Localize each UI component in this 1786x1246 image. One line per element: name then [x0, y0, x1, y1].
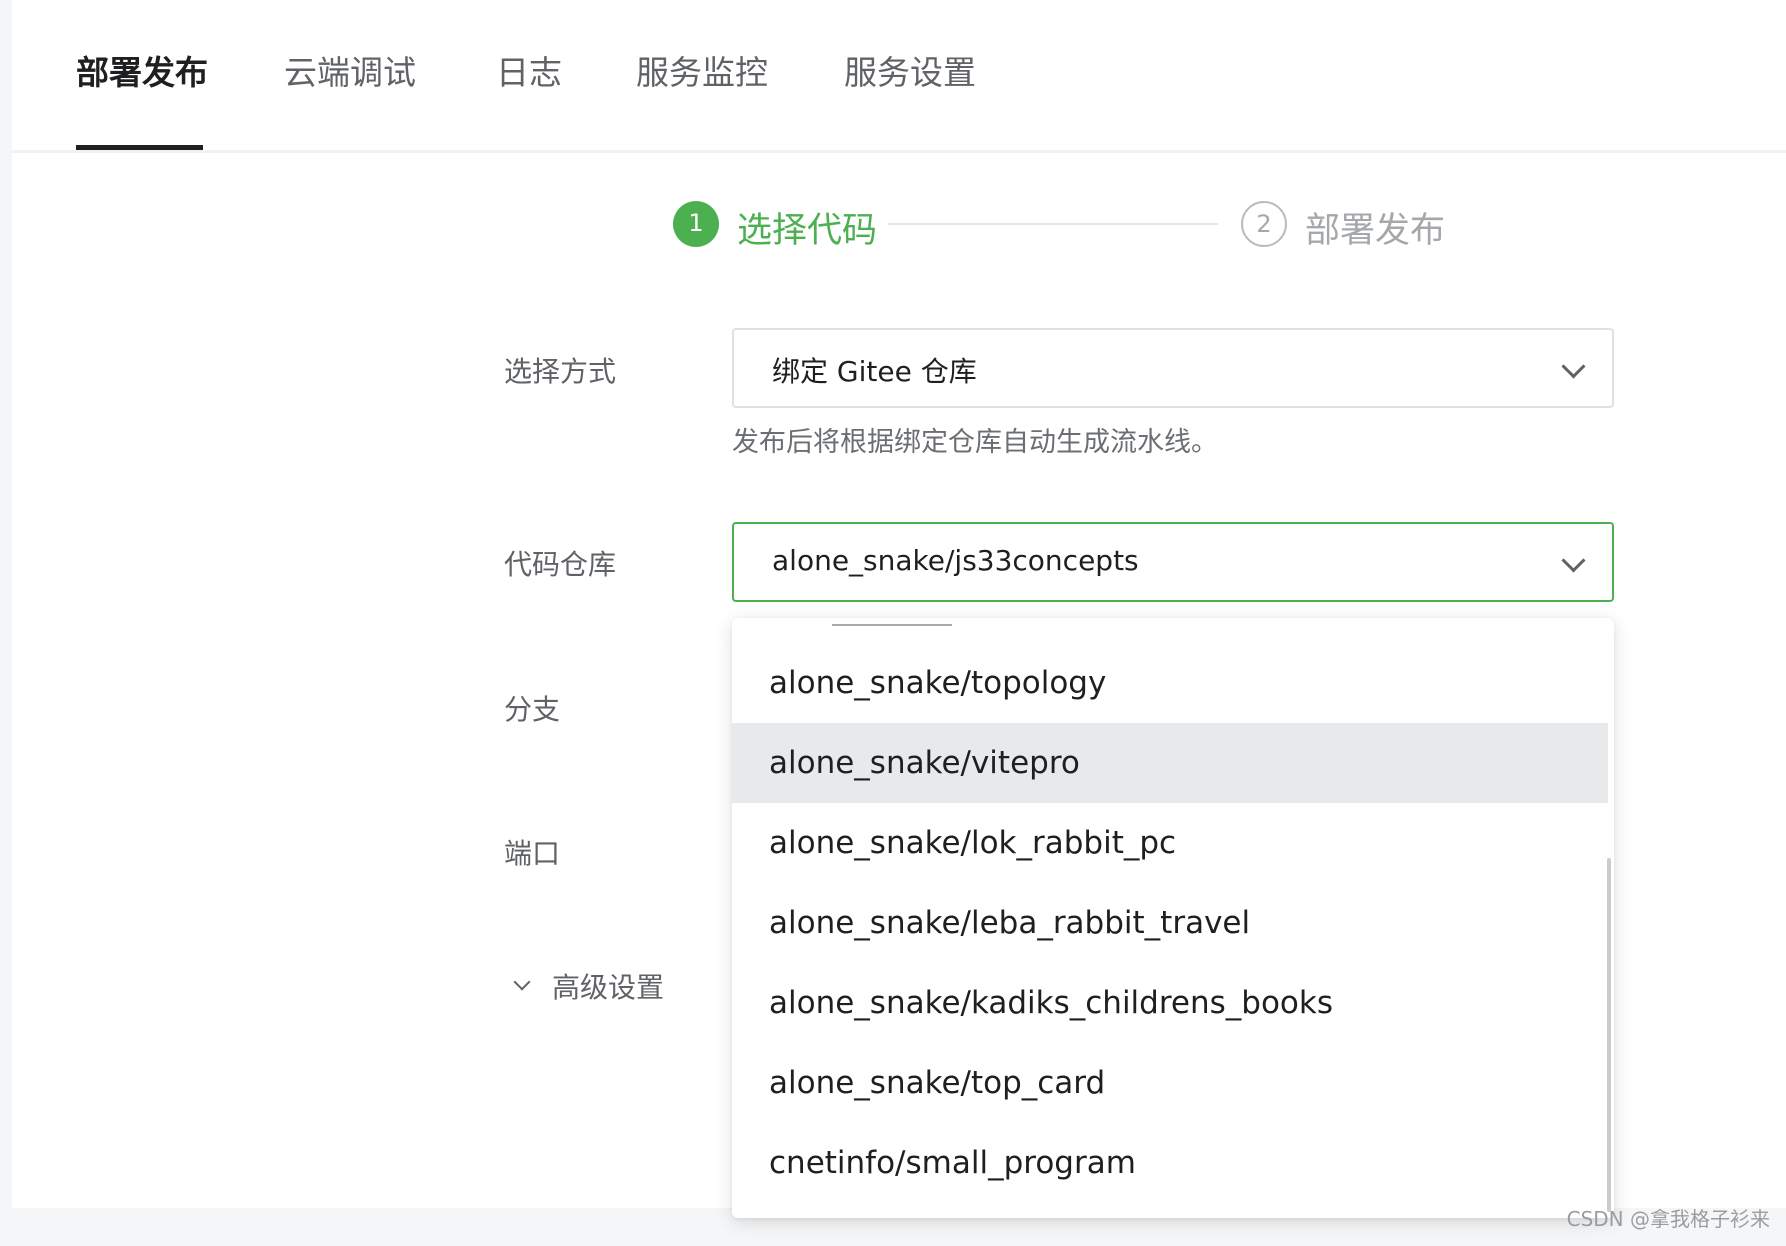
active-tab-indicator — [76, 145, 203, 150]
repo-select-value: alone_snake/js33concepts — [772, 544, 1139, 577]
tab-service-settings[interactable]: 服务设置 — [844, 46, 976, 94]
tab-service-monitor[interactable]: 服务监控 — [636, 46, 768, 94]
dropdown-scrolled-item-remnant — [832, 618, 952, 626]
chevron-down-icon — [1561, 354, 1586, 379]
dropdown-item[interactable]: alone_snake/vitepro — [732, 723, 1608, 803]
step-connector — [888, 223, 1218, 225]
watermark: CSDN @拿我格子衫来 — [1566, 1207, 1770, 1231]
dropdown-item[interactable]: alone_snake/topology — [732, 643, 1608, 723]
repo-dropdown: alone_snake/topology alone_snake/vitepro… — [732, 618, 1614, 1218]
tab-deploy[interactable]: 部署发布 — [76, 46, 208, 94]
method-label: 选择方式 — [504, 355, 617, 388]
advanced-settings-toggle[interactable]: 高级设置 — [552, 966, 664, 1006]
tab-cloud-debug[interactable]: 云端调试 — [284, 46, 416, 94]
dropdown-item[interactable]: alone_snake/kadiks_childrens_books — [732, 963, 1608, 1043]
chevron-down-icon[interactable] — [513, 973, 531, 991]
chevron-down-icon — [1561, 548, 1586, 573]
branch-label: 分支 — [504, 693, 561, 726]
tab-logs[interactable]: 日志 — [496, 46, 562, 94]
dropdown-item[interactable]: alone_snake/top_card — [732, 1043, 1608, 1123]
dropdown-item[interactable]: alone_snake/lok_rabbit_pc — [732, 803, 1608, 883]
main-card: 部署发布 云端调试 日志 服务监控 服务设置 1 选择代码 2 部署发布 选择方… — [12, 0, 1786, 1218]
step-2-label: 部署发布 — [1305, 211, 1446, 251]
step-1-label: 选择代码 — [737, 211, 878, 251]
repo-select[interactable]: alone_snake/js33concepts — [732, 522, 1614, 602]
dropdown-item[interactable]: alone_snake/leba_rabbit_travel — [732, 883, 1608, 963]
step-2-circle: 2 — [1241, 201, 1287, 247]
step-indicator: 1 选择代码 2 部署发布 — [12, 196, 1786, 256]
repo-label: 代码仓库 — [504, 548, 617, 581]
step-1-circle: 1 — [673, 201, 719, 247]
method-select-value: 绑定 Gitee 仓库 — [772, 355, 977, 388]
dropdown-scrollbar[interactable] — [1607, 858, 1611, 1212]
method-select[interactable]: 绑定 Gitee 仓库 — [732, 328, 1614, 408]
port-label: 端口 — [504, 837, 561, 870]
method-hint: 发布后将根据绑定仓库自动生成流水线。 — [732, 427, 1218, 458]
tab-bar: 部署发布 云端调试 日志 服务监控 服务设置 — [12, 0, 1786, 153]
dropdown-item[interactable]: cnetinfo/small_program — [732, 1123, 1608, 1203]
